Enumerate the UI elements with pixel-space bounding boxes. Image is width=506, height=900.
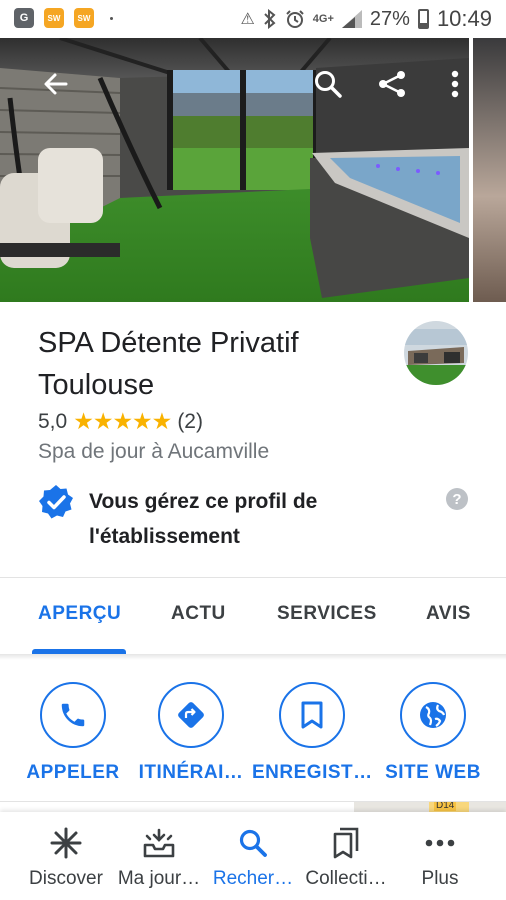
app-notification-icon: SW xyxy=(74,8,94,28)
nav-discover[interactable]: Discover xyxy=(16,812,116,900)
tray-icon xyxy=(109,826,209,860)
clock: 10:49 xyxy=(436,6,492,31)
tabs-shadow xyxy=(0,654,506,660)
nav-collections[interactable]: Collecti… xyxy=(296,812,396,900)
nav-updates-label: Ma jour… xyxy=(117,868,201,889)
phone-icon xyxy=(40,682,106,748)
call-button[interactable]: APPELER xyxy=(13,682,133,784)
network-type: 4G+ xyxy=(312,13,334,25)
globe-icon xyxy=(400,682,466,748)
notification-icons: G SW SW xyxy=(14,8,113,28)
save-button[interactable]: ENREGIST… xyxy=(252,682,372,784)
website-button[interactable]: SITE WEB xyxy=(373,682,493,784)
bookmark-icon xyxy=(279,682,345,748)
review-count[interactable]: (2) xyxy=(177,410,203,434)
call-label: APPELER xyxy=(26,762,120,783)
place-title: SPA Détente Privatif Toulouse xyxy=(38,327,299,401)
nav-collections-label: Collecti… xyxy=(305,868,387,889)
system-status: ⚠ 4G+ 27% 10:49 xyxy=(240,6,492,32)
directions-icon xyxy=(158,682,224,748)
next-photo-preview[interactable] xyxy=(473,38,506,302)
bottom-navigation: Discover Ma jour… Recher… Collecti… Plus xyxy=(0,812,506,900)
back-arrow-icon[interactable] xyxy=(36,64,76,104)
website-label: SITE WEB xyxy=(385,762,481,783)
nav-discover-label: Discover xyxy=(29,868,103,889)
battery-percent: 27% xyxy=(369,7,410,30)
search-icon[interactable] xyxy=(308,64,348,104)
help-icon[interactable]: ? xyxy=(446,488,468,510)
tab-news[interactable]: ACTU xyxy=(171,603,226,625)
nav-updates[interactable]: Ma jour… xyxy=(109,812,209,900)
nav-search[interactable]: Recher… xyxy=(203,812,303,900)
rating-value: 5,0 xyxy=(38,409,68,433)
nav-more-label: Plus xyxy=(421,868,459,889)
app-notification-icon: SW xyxy=(44,8,64,28)
tab-bar: APERÇU ACTU SERVICES AVIS xyxy=(0,579,506,655)
asterisk-icon xyxy=(16,826,116,860)
hero-photo-carousel[interactable] xyxy=(0,38,506,302)
collections-icon xyxy=(296,826,396,860)
directions-label: ITINÉRAI… xyxy=(138,762,244,783)
bluetooth-icon xyxy=(264,9,276,29)
alarm-icon xyxy=(286,10,304,28)
divider xyxy=(0,577,506,578)
verified-text: Vous gérez ce profil de l'établissement xyxy=(89,490,318,548)
share-icon[interactable] xyxy=(372,64,412,104)
more-horiz-icon xyxy=(390,826,490,860)
tab-services[interactable]: SERVICES xyxy=(277,603,377,625)
nav-more[interactable]: Plus xyxy=(390,812,490,900)
battery-icon xyxy=(417,9,429,29)
signal-icon xyxy=(341,10,362,28)
google-app-icon: G xyxy=(14,8,34,28)
place-category: Spa de jour à Aucamville xyxy=(38,440,270,463)
tab-reviews[interactable]: AVIS xyxy=(426,603,471,625)
rating-stars: ★★★★★ xyxy=(73,408,172,434)
place-thumbnail[interactable] xyxy=(404,321,468,385)
more-vert-icon[interactable] xyxy=(435,64,475,104)
verified-badge-icon xyxy=(39,485,73,519)
status-bar: G SW SW ⚠ 4G+ 27% 10:49 xyxy=(0,0,506,38)
data-saver-icon: ⚠ xyxy=(240,11,255,28)
directions-button[interactable]: ITINÉRAI… xyxy=(131,682,251,784)
verified-owner-banner: Vous gérez ce profil de l'établissement … xyxy=(38,484,468,554)
more-notifications-dot xyxy=(110,16,113,20)
nav-search-label: Recher… xyxy=(212,868,294,889)
road-label: D14 xyxy=(434,802,457,811)
search-icon xyxy=(203,826,303,860)
rating-row[interactable]: 5,0 ★★★★★ (2) xyxy=(38,408,203,435)
tab-overview[interactable]: APERÇU xyxy=(38,603,121,625)
save-label: ENREGIST… xyxy=(252,762,373,783)
